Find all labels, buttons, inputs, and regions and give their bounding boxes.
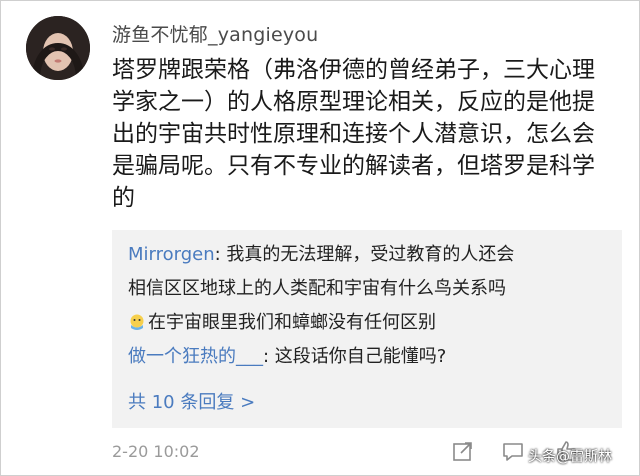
share-icon[interactable] (450, 438, 476, 464)
reply-text-line: 相信区区地球上的人类配和宇宙有什么鸟关系吗 (128, 278, 506, 299)
reply-separator: : (214, 244, 227, 265)
comment-line: 的 (112, 185, 135, 211)
reply-text: 这段话你自己能懂吗? (274, 346, 447, 367)
reply-username[interactable]: 做一个狂热的___ (128, 346, 263, 367)
comment-icon[interactable] (500, 438, 526, 464)
reply-username[interactable]: Mirrorgen (128, 244, 215, 265)
comment-line: 学家之一）的人格原型理论相关，反应的是他提 (112, 89, 595, 115)
reply-text: 在宇宙眼里我们和蟑螂没有任何区别 (148, 312, 436, 333)
avatar[interactable] (26, 16, 90, 80)
comment-line: 塔罗牌跟荣格（弗洛伊德的曾经弟子，三大心理 (112, 57, 595, 83)
view-more-replies-link[interactable]: 共 10 条回复 > (128, 388, 255, 414)
comment-text: 塔罗牌跟荣格（弗洛伊德的曾经弟子，三大心理 学家之一）的人格原型理论相关，反应的… (112, 54, 622, 214)
reply-text-line: 在宇宙眼里我们和蟑螂没有任何区别 (128, 310, 436, 336)
reply-separator: : (263, 346, 275, 367)
comment-username[interactable]: 游鱼不忧郁_yangieyou (112, 20, 318, 47)
reply-item[interactable]: Mirrorgen: 我真的无法理解，受过教育的人还会 (128, 242, 514, 268)
emoji-icon (128, 313, 146, 331)
comment-line: 是骗局呢。只有不专业的解读者，但塔罗是科学 (112, 153, 595, 179)
comment-line: 出的宇宙共时性原理和连接个人潜意识，怎么会 (112, 121, 595, 147)
reply-item[interactable]: 做一个狂热的___: 这段话你自己能懂吗? (128, 344, 446, 370)
reply-text: 我真的无法理解，受过教育的人还会 (226, 244, 515, 265)
replies-panel[interactable]: Mirrorgen: 我真的无法理解，受过教育的人还会 相信区区地球上的人类配和… (112, 230, 622, 428)
comment-timestamp: 2-20 10:02 (112, 442, 200, 461)
watermark: 头条@雷斯林 (528, 449, 612, 465)
